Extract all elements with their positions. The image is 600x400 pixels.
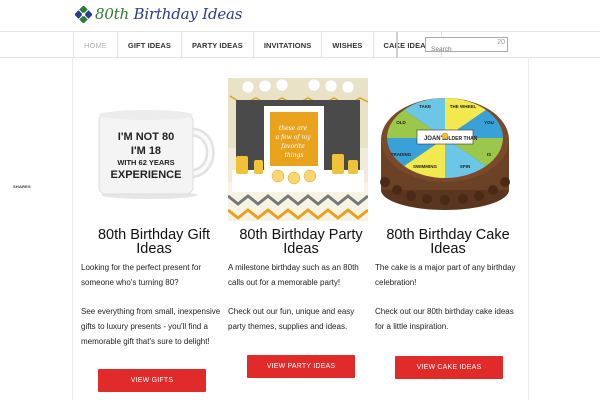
view-gifts-button[interactable]: VIEW GIFTS: [98, 369, 206, 392]
site-header: 80th Birthday Ideas: [0, 0, 600, 31]
logo-text: 80th Birthday Ideas: [95, 5, 242, 23]
card-description-2: See everything from small, inexpensive g…: [81, 307, 221, 346]
cake-label-is: IS: [487, 152, 491, 157]
mug-line-4: EXPERIENCE: [111, 169, 182, 181]
nav-item-invitations[interactable]: INVITATIONS: [254, 32, 323, 58]
card-description-2: Check out our fun, unique and easy party…: [228, 307, 355, 331]
cake-wheel-image[interactable]: JOAN'S OLDER THAN THE WHEEL YOU TAKE SWI…: [375, 78, 515, 221]
mug-line-1: I'M NOT 80: [118, 131, 174, 143]
svg-text:I'M NOT 80: I'M NOT 80: [118, 131, 174, 143]
main-nav: HOME GIFT IDEAS PARTY IDEAS INVITATIONS …: [73, 32, 442, 58]
card-title[interactable]: 80th Birthday Gift Ideas: [81, 228, 227, 257]
site-logo[interactable]: 80th Birthday Ideas: [74, 4, 242, 24]
shares-label: SHARES: [13, 184, 31, 189]
nav-item-home[interactable]: HOME: [74, 32, 118, 58]
mug-line-2: I'M 18: [131, 145, 161, 157]
view-party-ideas-button[interactable]: VIEW PARTY IDEAS: [247, 355, 355, 378]
party-table-image[interactable]: these are a few of my favorite things: [228, 78, 368, 221]
search-button[interactable]: 20: [497, 39, 505, 46]
nav-item-gift-ideas[interactable]: GIFT IDEAS: [118, 32, 182, 58]
cake-label-spin: SPIN: [460, 164, 471, 169]
main-content: I'M NOT 80 I'M 18 WITH 62 YEARS EXPERIEN…: [72, 58, 529, 400]
cake-label-old: OLD: [396, 120, 406, 125]
search-input[interactable]: [426, 43, 492, 56]
search-box: 20: [425, 37, 508, 56]
card-description-2: Check out our 80th birthday cake ideas f…: [375, 307, 514, 331]
svg-text:EXPERIENCE: EXPERIENCE: [111, 169, 182, 181]
main-navbar: HOME GIFT IDEAS PARTY IDEAS INVITATIONS …: [0, 31, 600, 58]
nav-divider: [396, 32, 398, 58]
gift-mug-image[interactable]: I'M NOT 80 I'M 18 WITH 62 YEARS EXPERIEN…: [81, 78, 221, 221]
svg-text:WITH 62 YEARS: WITH 62 YEARS: [117, 158, 174, 167]
mug-line-3: WITH 62 YEARS: [117, 158, 174, 167]
logo-flower-icon: [74, 4, 93, 24]
svg-text:I'M 18: I'M 18: [131, 145, 161, 157]
card-description: Looking for the perfect present for some…: [81, 263, 202, 287]
cake-label-swimming: SWIMMING: [413, 164, 437, 169]
view-cake-ideas-button[interactable]: VIEW CAKE IDEAS: [395, 356, 503, 379]
cake-label-older: OLDER THAN: [445, 136, 478, 142]
cake-label-trading: TRADING: [391, 152, 412, 157]
cake-label-you: YOU: [484, 120, 494, 125]
logo-title: Birthday Ideas: [128, 5, 243, 23]
logo-number: 80th: [95, 5, 129, 23]
cake-label-take: TAKE: [419, 104, 431, 109]
card-description: The cake is a major part of any birthday…: [375, 263, 516, 287]
card-title[interactable]: 80th Birthday Party Ideas: [228, 228, 374, 257]
card-description: A milestone birthday such as an 80th cal…: [228, 263, 359, 287]
nav-item-party-ideas[interactable]: PARTY IDEAS: [182, 32, 254, 58]
nav-item-wishes[interactable]: WISHES: [322, 32, 374, 58]
card-title[interactable]: 80th Birthday Cake Ideas: [375, 228, 521, 257]
cake-label-wheel: THE WHEEL: [450, 104, 477, 109]
